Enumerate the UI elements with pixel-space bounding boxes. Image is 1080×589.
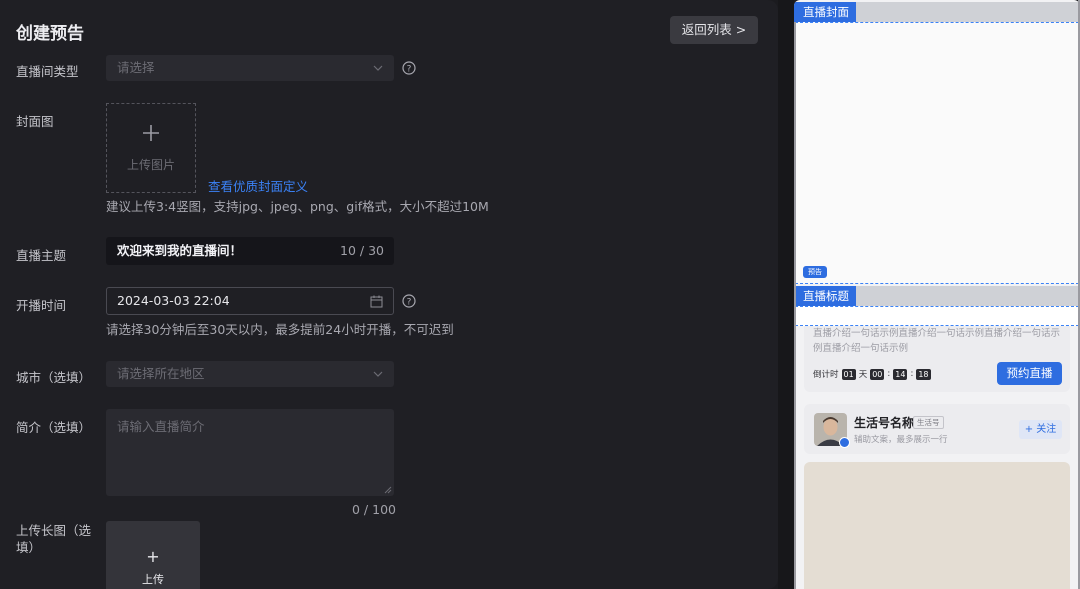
title-area-tag: 直播标题	[794, 286, 856, 306]
topic-char-count: 10 / 30	[340, 243, 384, 258]
preview-info-card: 直播介绍一句话示例直播介绍一句话示例直播介绍一句话示例直播介绍一句话示例 倒计时…	[804, 318, 1070, 392]
city-select[interactable]: 请选择所在地区	[106, 361, 394, 387]
intro-textarea[interactable]: 请输入直播简介	[106, 409, 394, 496]
start-time-hint: 请选择30分钟后至30天以内，最多提前24小时开播，不可迟到	[106, 322, 454, 337]
panel-gutter	[778, 0, 794, 589]
preview-long-image	[804, 462, 1070, 589]
plus-icon: +	[146, 547, 160, 566]
preview-account-card: 生活号名称 生活号 辅助文案，最多展示一行 + 关注	[804, 404, 1070, 454]
room-type-label: 直播间类型	[16, 64, 79, 79]
start-time-value: 2024-03-03 22:04	[117, 293, 230, 308]
preview-cover-area[interactable]	[795, 22, 1079, 284]
countdown-hours: 00	[870, 368, 885, 380]
help-icon[interactable]: ?	[402, 61, 416, 75]
title-tag-bar	[856, 286, 1080, 306]
countdown-label: 倒计时	[813, 370, 839, 380]
follow-button[interactable]: + 关注	[1019, 420, 1062, 439]
intro-placeholder: 请输入直播简介	[117, 419, 205, 434]
countdown-days: 01	[841, 368, 856, 380]
create-preview-panel: 创建预告 返回列表 > 直播间类型 请选择 ? 封面图 上传图片 查看优质封面定…	[0, 0, 778, 589]
cover-label: 封面图	[16, 114, 54, 129]
long-image-upload-text: 上传	[142, 573, 164, 586]
resize-handle-icon[interactable]	[384, 486, 392, 494]
preview-intro-text: 直播介绍一句话示例直播介绍一句话示例直播介绍一句话示例直播介绍一句话示例	[813, 328, 1061, 354]
phone-preview: 直播封面 预告 直播介绍一句话示例直播介绍一句话示例直播介绍一句话示例直播介绍一…	[794, 0, 1080, 589]
countdown-sep: :	[887, 369, 891, 379]
chevron-down-icon	[373, 371, 383, 377]
long-image-label: 上传长图（选 填）	[16, 522, 91, 556]
intro-label: 简介（选填）	[16, 420, 92, 435]
room-type-select[interactable]: 请选择	[106, 55, 394, 81]
start-time-picker[interactable]: 2024-03-03 22:04	[106, 287, 394, 315]
cover-hint: 建议上传3:4竖图，支持jpg、jpeg、png、gif格式，大小不超过10M	[106, 199, 489, 214]
back-to-list-button[interactable]: 返回列表 >	[670, 16, 758, 44]
cover-definition-link[interactable]: 查看优质封面定义	[208, 176, 308, 195]
cover-upload-box[interactable]: 上传图片	[106, 103, 196, 193]
countdown-seconds: 18	[916, 368, 931, 380]
long-image-label-line2: 填）	[16, 540, 42, 555]
countdown-minutes: 14	[893, 368, 908, 380]
preview-badge: 预告	[803, 266, 827, 278]
start-time-label: 开播时间	[16, 298, 67, 313]
countdown-day-unit: 天	[858, 370, 868, 380]
intro-char-count: 0 / 100	[352, 502, 396, 517]
account-subtext: 辅助文案，最多展示一行	[854, 435, 948, 445]
long-image-upload-button[interactable]: + 上传	[106, 521, 200, 589]
plus-icon	[143, 125, 159, 141]
help-icon[interactable]: ?	[402, 294, 416, 308]
city-placeholder: 请选择所在地区	[117, 366, 205, 381]
long-image-label-line1: 上传长图（选	[16, 523, 92, 538]
account-type-badge: 生活号	[913, 416, 944, 429]
svg-text:?: ?	[407, 298, 412, 308]
preview-title-area[interactable]	[795, 306, 1079, 326]
topic-input[interactable]: 欢迎来到我的直播间！ 10 / 30	[106, 237, 394, 265]
cover-upload-text: 上传图片	[126, 158, 175, 172]
topic-value: 欢迎来到我的直播间！	[117, 243, 243, 258]
room-type-placeholder: 请选择	[117, 60, 155, 75]
chevron-down-icon	[373, 65, 383, 71]
cover-area-tag: 直播封面	[794, 2, 856, 22]
city-label: 城市（选填）	[16, 370, 92, 385]
verified-icon	[839, 437, 850, 448]
preview-countdown: 倒计时 01 天 00 : 14 : 18	[813, 368, 931, 380]
topic-label: 直播主题	[16, 248, 67, 263]
reserve-live-button[interactable]: 预约直播	[997, 362, 1062, 385]
preview-frame-left	[794, 22, 796, 589]
cover-tag-bar	[856, 2, 1080, 22]
page-title: 创建预告	[16, 24, 84, 44]
calendar-icon	[370, 295, 383, 308]
countdown-sep: :	[910, 369, 914, 379]
svg-text:?: ?	[407, 65, 412, 75]
account-name: 生活号名称	[854, 416, 915, 430]
